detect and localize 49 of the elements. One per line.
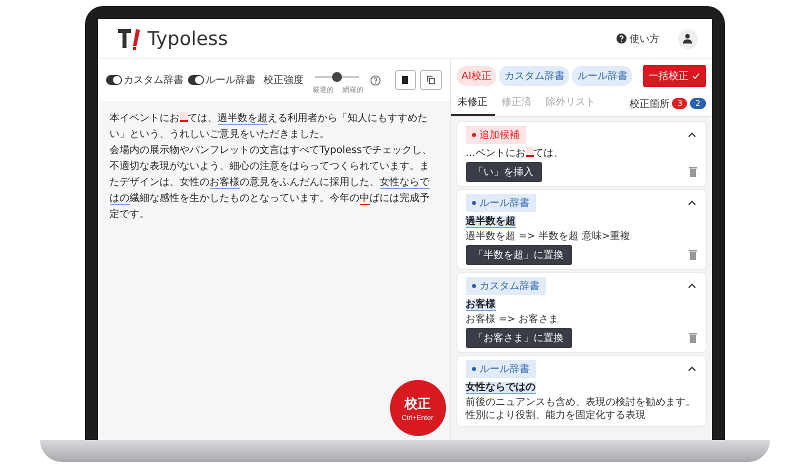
chevron-up-icon: [686, 364, 696, 374]
text-editor[interactable]: [98, 101, 450, 440]
copy-button[interactable]: [420, 70, 442, 90]
category-tag: ルール辞書: [466, 360, 536, 378]
count-label: 校正箇所: [629, 98, 670, 110]
help-link[interactable]: 使い方: [616, 32, 660, 46]
brand-name: Typoless: [148, 28, 228, 50]
apply-button[interactable]: 「お客さま」に置換: [466, 328, 572, 348]
suggestion-note: 過半数を超 => 半数を超 意味>重複: [466, 230, 632, 243]
user-avatar[interactable]: [678, 28, 698, 48]
strength-slider[interactable]: [314, 71, 358, 83]
trash-icon: [688, 333, 696, 343]
filter-chip[interactable]: AI校正: [456, 66, 496, 86]
flagged-term: 女性ならではの: [466, 380, 536, 394]
chevron-up-icon: [686, 198, 696, 208]
count-badge: 2: [690, 98, 706, 109]
trash-icon: [688, 167, 696, 177]
category-tag: 追加候補: [466, 126, 526, 144]
apply-button[interactable]: 「半数を超」に置換: [466, 245, 572, 265]
logo-icon: [116, 26, 142, 50]
square-button[interactable]: [394, 70, 416, 90]
editor-paragraph: 本イベントにお ては、過半数を超える利用者から「知人にもすすめたい」という、うれしいご意見をいただきました。: [110, 111, 428, 142]
slider-thumb[interactable]: [332, 72, 342, 82]
chevron-up-icon: [686, 281, 696, 291]
toggle-switch[interactable]: カスタム辞書: [106, 73, 184, 87]
toggle-switch[interactable]: ルール辞書: [188, 73, 256, 87]
help-icon: [370, 74, 380, 86]
chevron-up-icon: [686, 130, 696, 140]
filter-chip[interactable]: ルール辞書: [572, 66, 632, 86]
suggestion-note: 前後のニュアンスも含め、表現の検討を勧めます。性別により役割、能力を固定化する表現: [466, 396, 696, 422]
trash-icon: [688, 250, 696, 260]
person-icon: [682, 33, 693, 44]
help-icon: [616, 33, 626, 44]
flagged-term: お客様: [466, 297, 496, 311]
category-tag: ルール辞書: [466, 194, 536, 212]
count-badge: 3: [672, 98, 688, 109]
panel-tab[interactable]: 未修正: [450, 91, 494, 116]
flagged-term: 過半数を超: [466, 214, 516, 228]
check-icon: [692, 72, 700, 80]
editor-paragraph: 会場内の展示物やパンフレットの文言はすべてTypolessでチェックし、不適切な表現がないよう、細心の注意をはらってつくられています。またデザインは、女性のお客様の意見をふんだんに採用した、女性ならではの繊細な感性を生かしたものとなっています。今年の中ばには完成予定です。: [110, 144, 433, 222]
suggestion-note: お客様 => お客さま: [466, 313, 560, 326]
square-icon: [402, 76, 408, 84]
copy-icon: [426, 75, 436, 85]
filter-chip[interactable]: カスタム辞書: [499, 66, 570, 86]
strength-label: 校正強度: [264, 74, 304, 87]
apply-button[interactable]: 「い」を挿入: [466, 162, 542, 182]
text-excerpt: …ベントにお ては、: [466, 146, 564, 160]
apply-all-button[interactable]: 一括校正: [642, 65, 706, 87]
category-tag: カスタム辞書: [466, 277, 546, 295]
